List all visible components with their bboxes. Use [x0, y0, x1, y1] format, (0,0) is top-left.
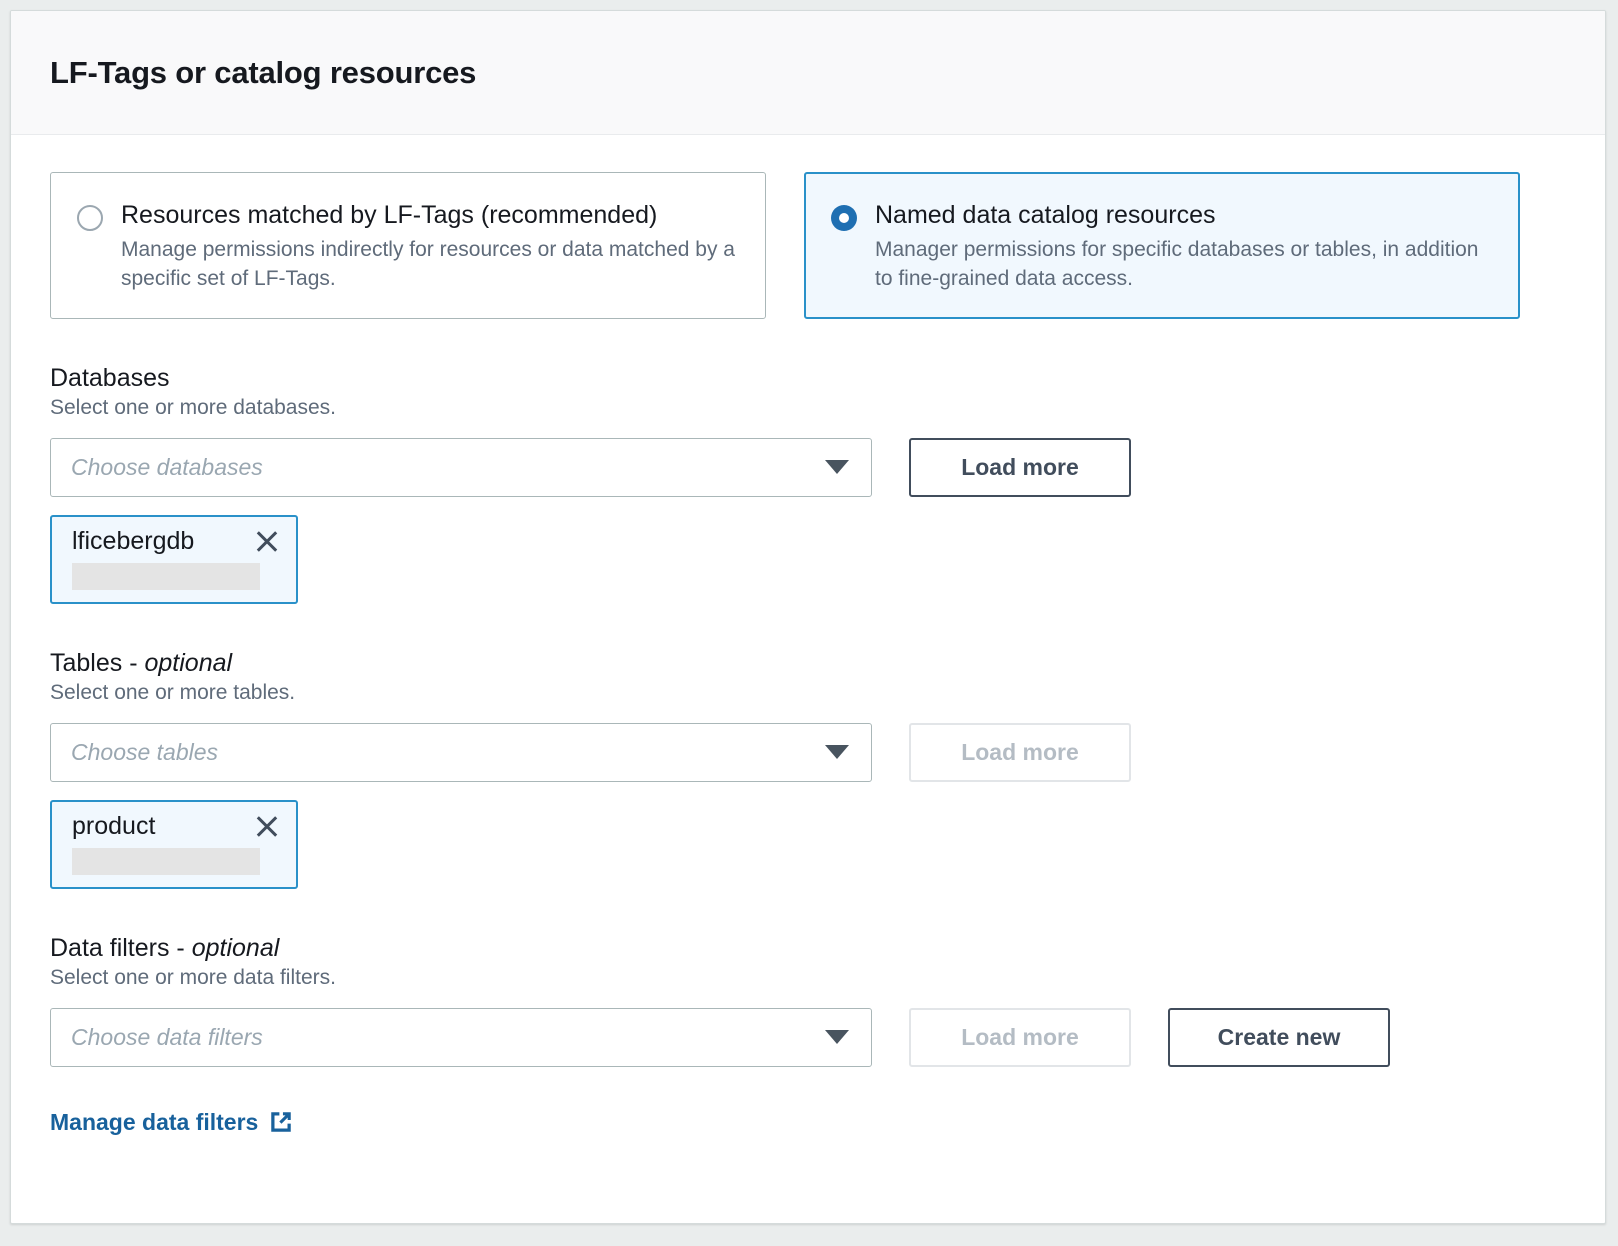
data-filters-label: Data filters - optional: [50, 934, 1566, 963]
databases-token-label: lficebergdb: [72, 527, 194, 556]
close-icon[interactable]: [254, 528, 280, 554]
chevron-down-icon: [825, 460, 849, 474]
manage-data-filters-link[interactable]: Manage data filters: [50, 1109, 294, 1136]
radio-card-named-resources[interactable]: Named data catalog resources Manager per…: [804, 172, 1520, 319]
panel-body: Resources matched by LF-Tags (recommende…: [11, 135, 1605, 1136]
tables-token-head: product: [72, 812, 280, 841]
radio-button-named-resources[interactable]: [831, 205, 857, 231]
databases-selected-token: lficebergdb: [50, 515, 298, 604]
databases-field: Databases Select one or more databases. …: [50, 364, 1566, 604]
databases-load-more-button[interactable]: Load more: [909, 438, 1131, 497]
external-link-icon: [268, 1109, 294, 1135]
tables-token-placeholder-bar: [72, 848, 260, 875]
tables-load-more-button: Load more: [909, 723, 1131, 782]
radio-button-lf-tags[interactable]: [77, 205, 103, 231]
tables-description: Select one or more tables.: [50, 681, 1566, 705]
tables-token-label: product: [72, 812, 155, 841]
manage-data-filters-link-label: Manage data filters: [50, 1109, 258, 1136]
resource-mode-radio-group: Resources matched by LF-Tags (recommende…: [50, 172, 1566, 319]
tables-label-optional: optional: [144, 649, 232, 677]
chevron-down-icon: [825, 1030, 849, 1044]
databases-controls-row: Choose databases Load more: [50, 438, 1566, 497]
data-filters-label-text: Data filters -: [50, 934, 192, 962]
tables-select[interactable]: Choose tables: [50, 723, 872, 782]
databases-token-placeholder-bar: [72, 563, 260, 590]
tables-controls-row: Choose tables Load more: [50, 723, 1566, 782]
tables-selected-token: product: [50, 800, 298, 889]
data-filters-field: Data filters - optional Select one or mo…: [50, 934, 1566, 1067]
data-filters-select[interactable]: Choose data filters: [50, 1008, 872, 1067]
tables-label-text: Tables -: [50, 649, 144, 677]
radio-card-named-resources-description: Manager permissions for specific databas…: [875, 236, 1493, 294]
tables-select-value: Choose tables: [71, 739, 218, 766]
tables-field: Tables - optional Select one or more tab…: [50, 649, 1566, 889]
data-filters-select-value: Choose data filters: [71, 1024, 263, 1051]
data-filters-controls-row: Choose data filters Load more Create new: [50, 1008, 1566, 1067]
radio-card-lf-tags-title: Resources matched by LF-Tags (recommende…: [121, 201, 739, 230]
create-new-data-filter-button[interactable]: Create new: [1168, 1008, 1390, 1067]
tables-label: Tables - optional: [50, 649, 1566, 678]
chevron-down-icon: [825, 745, 849, 759]
radio-card-named-resources-title: Named data catalog resources: [875, 201, 1493, 230]
data-filters-label-optional: optional: [192, 934, 280, 962]
data-filters-load-more-button: Load more: [909, 1008, 1131, 1067]
data-filters-description: Select one or more data filters.: [50, 966, 1566, 990]
page-title: LF-Tags or catalog resources: [50, 55, 476, 91]
databases-description: Select one or more databases.: [50, 396, 1566, 420]
databases-label: Databases: [50, 364, 1566, 393]
radio-card-lf-tags-description: Manage permissions indirectly for resour…: [121, 236, 739, 294]
databases-select-value: Choose databases: [71, 454, 263, 481]
radio-card-lf-tags-text: Resources matched by LF-Tags (recommende…: [121, 201, 739, 294]
radio-card-named-resources-text: Named data catalog resources Manager per…: [875, 201, 1493, 294]
radio-card-lf-tags[interactable]: Resources matched by LF-Tags (recommende…: [50, 172, 766, 319]
panel-header: LF-Tags or catalog resources: [11, 11, 1605, 135]
close-icon[interactable]: [254, 813, 280, 839]
databases-select[interactable]: Choose databases: [50, 438, 872, 497]
lf-tags-or-catalog-resources-panel: LF-Tags or catalog resources Resources m…: [10, 10, 1606, 1224]
databases-token-head: lficebergdb: [72, 527, 280, 556]
manage-data-filters-row: Manage data filters: [50, 1109, 1566, 1136]
